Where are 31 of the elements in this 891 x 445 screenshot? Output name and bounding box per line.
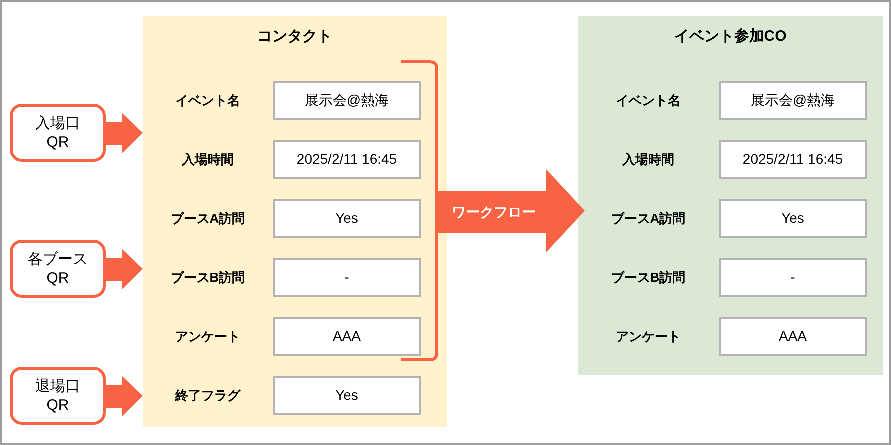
field-value: Yes (273, 376, 421, 415)
source-node: 退場口 QR (10, 367, 106, 425)
source-node: 各ブース QR (10, 240, 106, 298)
field-value: 2025/2/11 16:45 (273, 140, 421, 179)
field-value: AAA (719, 317, 867, 356)
field-value: - (273, 258, 421, 297)
field-label: ブースA訪問 (611, 210, 686, 228)
arrow-icon (105, 376, 143, 417)
field-label: ブースB訪問 (170, 268, 246, 287)
panel-title: イベント参加CO (674, 27, 787, 47)
field-label: 入場時間 (182, 150, 234, 169)
field-value: - (719, 258, 867, 297)
panel-title: コンタクト (258, 27, 332, 47)
field-value: 展示会@熱海 (719, 81, 867, 120)
field-value: Yes (719, 199, 867, 238)
workflow-label: ワークフロー (452, 203, 536, 221)
field-label: 入場時間 (622, 150, 674, 169)
field-value: 2025/2/11 16:45 (719, 140, 867, 179)
field-value: Yes (273, 199, 421, 238)
field-value: 展示会@熱海 (273, 81, 421, 120)
arrow-icon (105, 249, 143, 290)
field-label: アンケート (616, 328, 681, 346)
field-label: 終了フラグ (176, 386, 240, 405)
source-node: 入場口 QR (10, 104, 106, 162)
field-label: イベント名 (176, 92, 240, 110)
field-label: イベント名 (616, 92, 681, 110)
field-label: ブースB訪問 (611, 268, 686, 287)
arrow-icon (105, 113, 143, 154)
field-value: AAA (273, 317, 421, 356)
field-label: ブースA訪問 (170, 210, 246, 228)
field-label: アンケート (176, 328, 240, 346)
